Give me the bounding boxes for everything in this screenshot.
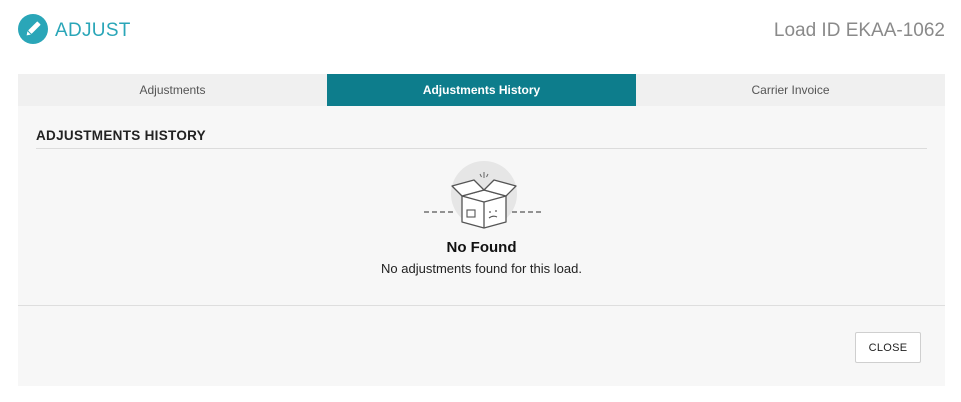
load-id-label: Load ID EKAA-1062 bbox=[773, 20, 945, 41]
empty-state-title: No Found bbox=[446, 239, 517, 256]
tab-bar: Adjustments Adjustments History Carrier … bbox=[18, 74, 945, 106]
dialog-panel: Adjustments Adjustments History Carrier … bbox=[18, 74, 945, 386]
empty-state-message: No adjustments found for this load. bbox=[381, 261, 582, 276]
dialog-title: ADJUST bbox=[55, 20, 131, 41]
tab-adjustments-history[interactable]: Adjustments History bbox=[327, 74, 636, 106]
section-divider bbox=[36, 148, 927, 149]
dialog-header: ADJUST Load ID EKAA-1062 bbox=[0, 0, 961, 62]
pencil-icon bbox=[18, 14, 48, 44]
close-button[interactable]: CLOSE bbox=[855, 332, 921, 363]
tab-carrier-invoice[interactable]: Carrier Invoice bbox=[636, 74, 945, 106]
section-title: ADJUSTMENTS HISTORY bbox=[36, 128, 206, 143]
footer-divider bbox=[18, 305, 945, 306]
tab-adjustments[interactable]: Adjustments bbox=[18, 74, 327, 106]
empty-box-icon bbox=[422, 160, 546, 230]
